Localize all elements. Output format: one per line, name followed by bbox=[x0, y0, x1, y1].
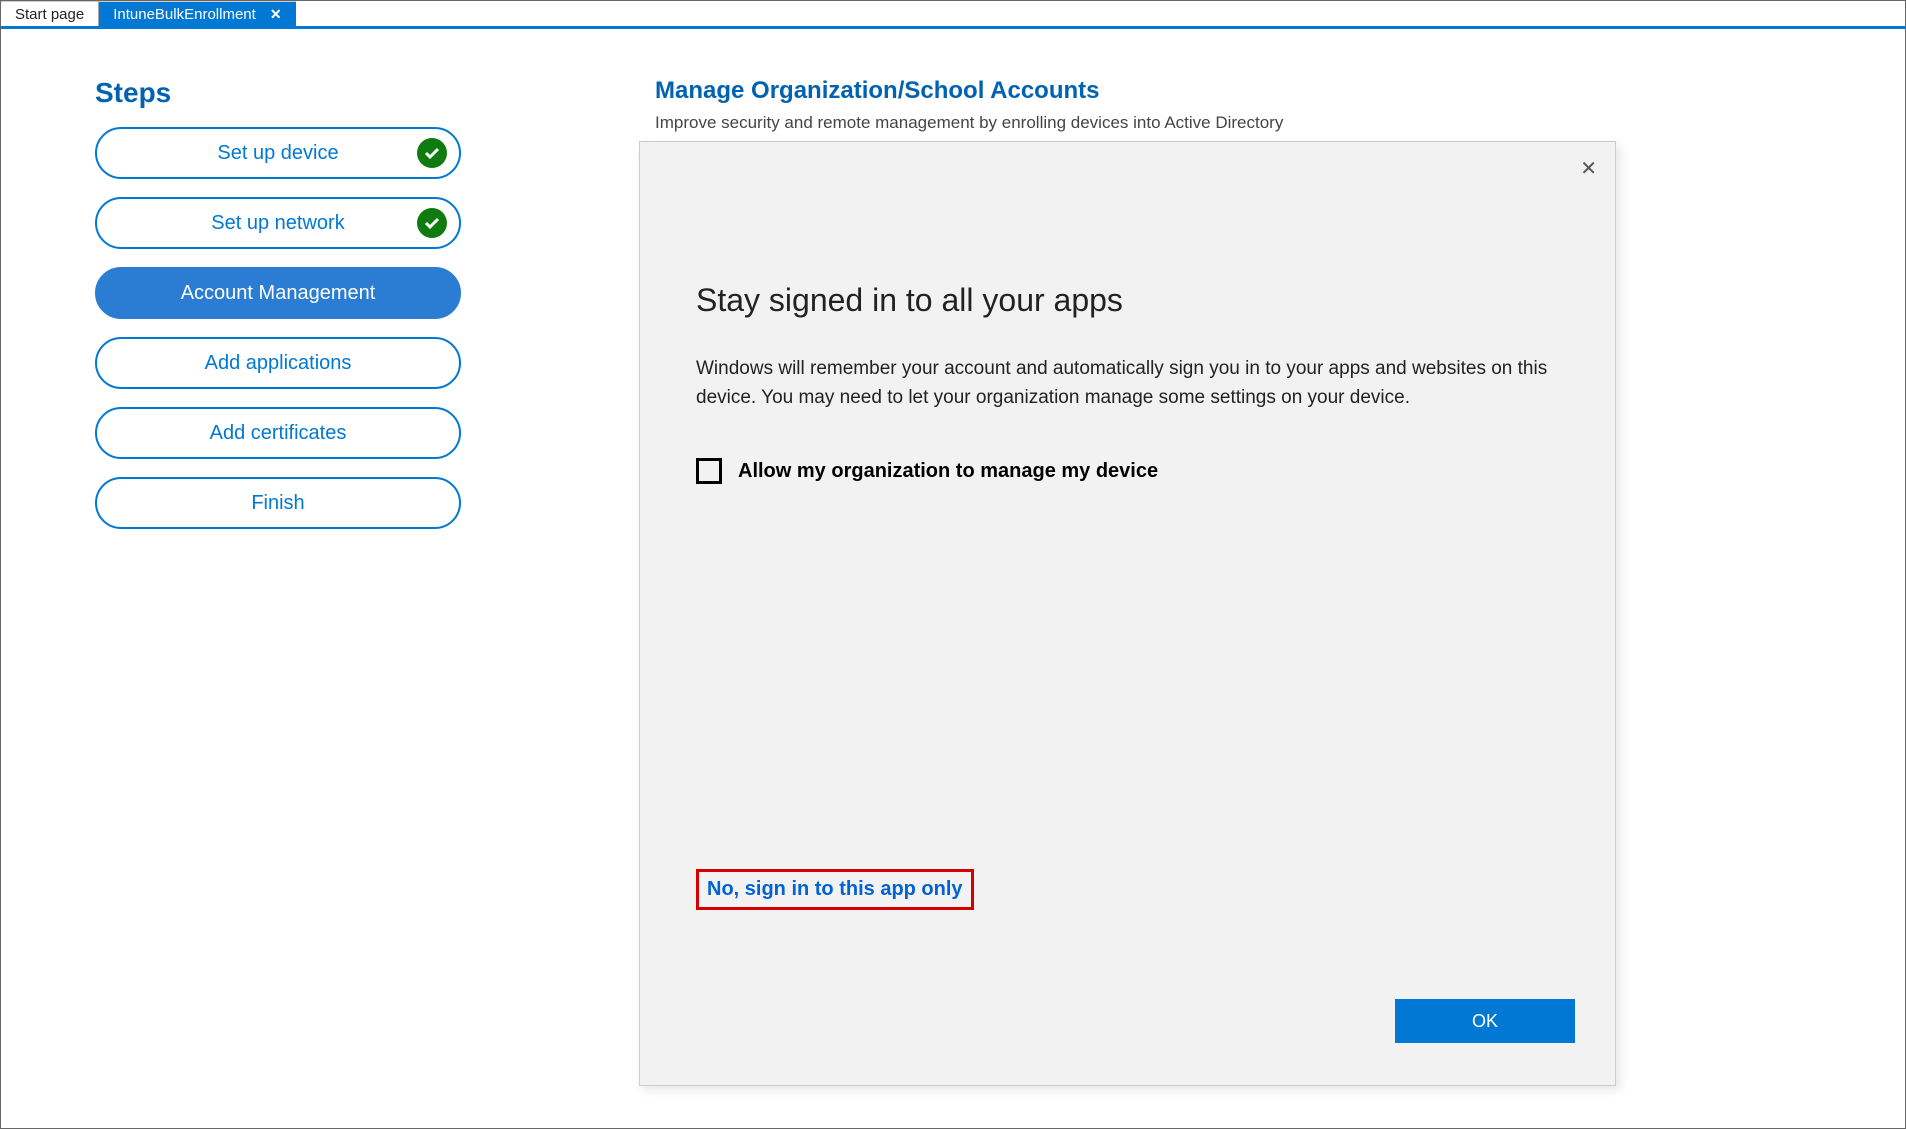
dialog-body: Stay signed in to all your apps Windows … bbox=[640, 142, 1615, 484]
step-label: Set up network bbox=[211, 212, 344, 235]
step-label: Set up device bbox=[217, 142, 338, 165]
step-set-up-network[interactable]: Set up network bbox=[95, 197, 461, 249]
tab-intune-bulk-enrollment[interactable]: IntuneBulkEnrollment ✕ bbox=[99, 1, 295, 26]
stay-signed-in-dialog: ✕ Stay signed in to all your apps Window… bbox=[639, 141, 1616, 1086]
step-label: Account Management bbox=[181, 282, 376, 305]
step-set-up-device[interactable]: Set up device bbox=[95, 127, 461, 179]
tab-label: IntuneBulkEnrollment bbox=[113, 6, 256, 23]
step-add-certificates[interactable]: Add certificates bbox=[95, 407, 461, 459]
page-subtitle: Improve security and remote management b… bbox=[655, 113, 1283, 133]
checkmark-icon bbox=[417, 208, 447, 238]
close-icon[interactable]: ✕ bbox=[1580, 156, 1597, 181]
steps-sidebar: Steps Set up device Set up network Accou… bbox=[95, 77, 475, 547]
sign-in-this-app-only-link[interactable]: No, sign in to this app only bbox=[696, 869, 974, 910]
checkbox-label: Allow my organization to manage my devic… bbox=[738, 460, 1158, 483]
page-title: Manage Organization/School Accounts bbox=[655, 77, 1283, 105]
tab-start-page[interactable]: Start page bbox=[1, 1, 99, 26]
step-label: Finish bbox=[251, 492, 304, 515]
step-add-applications[interactable]: Add applications bbox=[95, 337, 461, 389]
sidebar-title: Steps bbox=[95, 77, 475, 109]
step-label: Add certificates bbox=[210, 422, 347, 445]
dialog-text: Windows will remember your account and a… bbox=[696, 355, 1559, 412]
tab-label: Start page bbox=[15, 6, 84, 23]
checkmark-icon bbox=[417, 138, 447, 168]
ok-button[interactable]: OK bbox=[1395, 999, 1575, 1043]
tab-strip: Start page IntuneBulkEnrollment ✕ bbox=[1, 1, 1905, 29]
app-window: Start page IntuneBulkEnrollment ✕ Steps … bbox=[0, 0, 1906, 1129]
step-label: Add applications bbox=[205, 352, 352, 375]
allow-manage-device-row: Allow my organization to manage my devic… bbox=[696, 458, 1559, 484]
dialog-title: Stay signed in to all your apps bbox=[696, 282, 1559, 319]
step-finish[interactable]: Finish bbox=[95, 477, 461, 529]
step-account-management[interactable]: Account Management bbox=[95, 267, 461, 319]
close-icon[interactable]: ✕ bbox=[270, 6, 282, 23]
allow-manage-device-checkbox[interactable] bbox=[696, 458, 722, 484]
